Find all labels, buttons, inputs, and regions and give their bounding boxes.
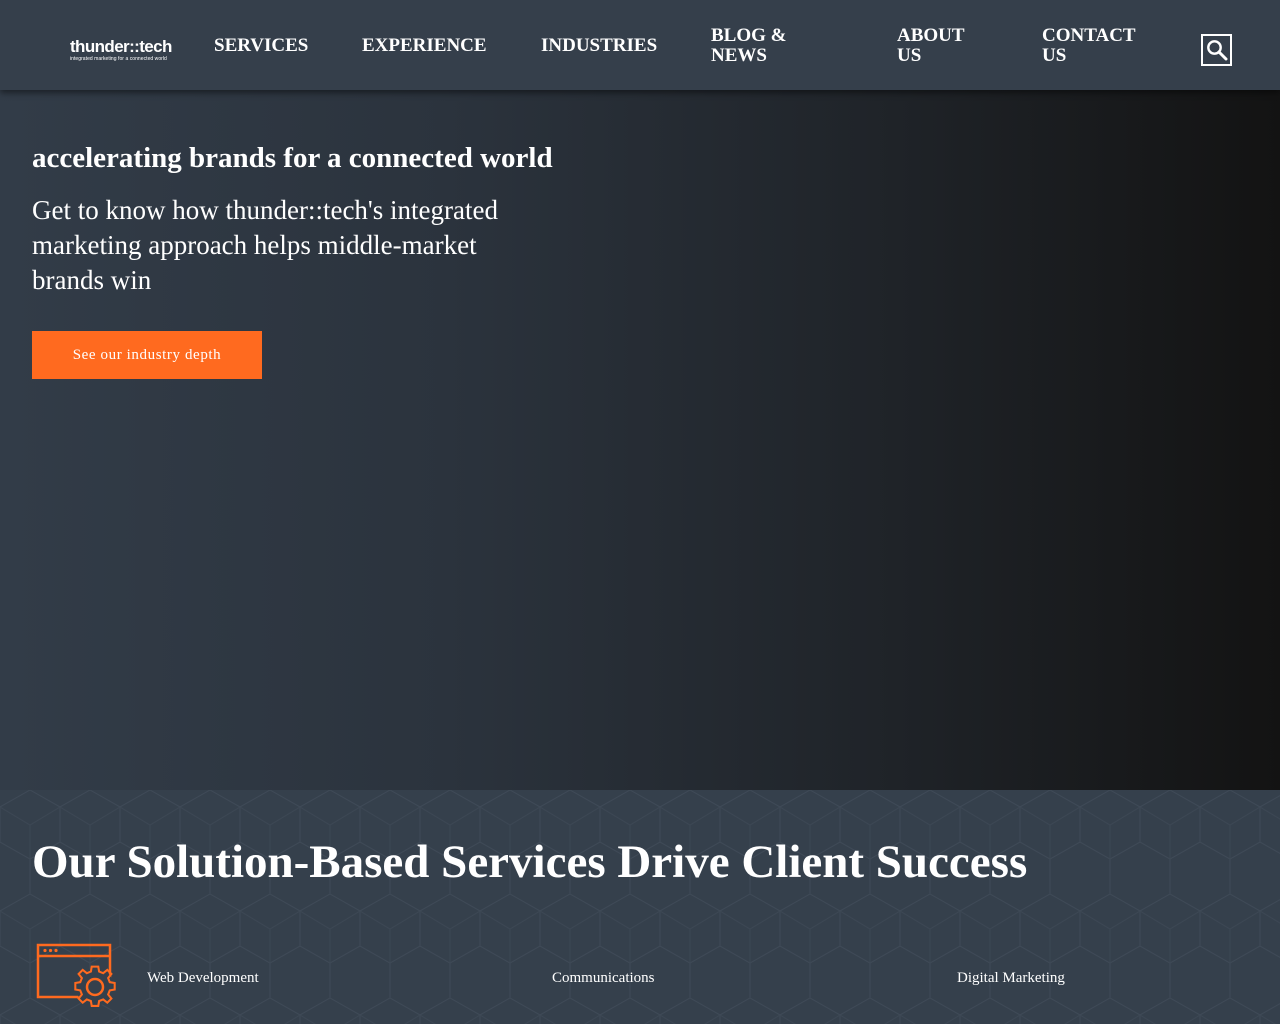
site-header: thunder::tech integrated marketing for a… — [0, 0, 1280, 90]
service-web-development[interactable]: Web Development — [147, 968, 259, 988]
services-section: Our Solution-Based Services Drive Client… — [0, 790, 1280, 1024]
service-digital-marketing[interactable]: Digital Marketing — [957, 968, 1065, 988]
search-icon — [1206, 40, 1227, 61]
search-button[interactable] — [1201, 34, 1232, 66]
services-title: Our Solution-Based Services Drive Client… — [32, 836, 1028, 888]
hero-subtitle: Get to know how thunder::tech's integrat… — [32, 195, 499, 295]
nav-experience[interactable]: EXPERIENCE — [362, 36, 487, 56]
hero-title: accelerating brands for a connected worl… — [32, 142, 553, 174]
nav-services[interactable]: SERVICES — [214, 36, 308, 56]
service-communications[interactable]: Communications — [552, 968, 655, 988]
site-logo[interactable]: thunder::tech integrated marketing for a… — [70, 37, 172, 63]
nav-about-us[interactable]: ABOUT US — [897, 26, 987, 66]
hex-pattern-background — [0, 790, 1280, 1024]
nav-contact-us[interactable]: CONTACT US — [1042, 26, 1152, 66]
nav-industries[interactable]: INDUSTRIES — [541, 36, 657, 56]
web-development-gear-icon — [36, 943, 116, 1007]
industry-depth-button[interactable]: See our industry depth — [32, 331, 262, 379]
logo-tagline: integrated marketing for a connected wor… — [70, 56, 167, 62]
nav-blog-news[interactable]: BLOG & NEWS — [711, 26, 821, 66]
logo-wordmark: thunder::tech — [70, 37, 172, 56]
hero-section: accelerating brands for a connected worl… — [0, 90, 1280, 790]
